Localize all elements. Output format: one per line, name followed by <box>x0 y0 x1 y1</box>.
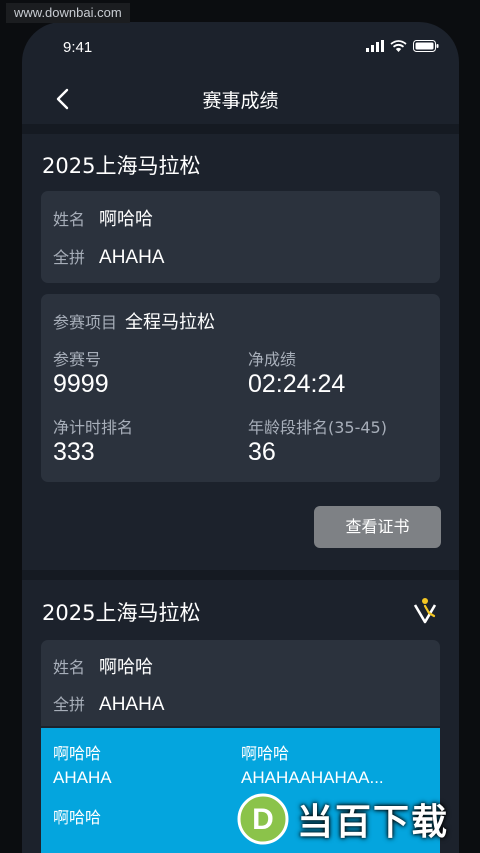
pinyin-row: 全拼 AHAHA <box>53 244 164 269</box>
name-value: 啊哈哈 <box>99 209 154 230</box>
net-rank-value: 333 <box>53 438 95 466</box>
brand-logo-icon: D <box>237 793 289 845</box>
net-time-label: 净成绩 <box>248 350 297 369</box>
runner-badge-icon <box>413 598 437 624</box>
name-value: 啊哈哈 <box>99 657 154 678</box>
phone-screen: 9:41 赛事成绩 2025上海马拉松 姓名 啊哈哈 全拼 AHAHA 参赛项目… <box>22 22 459 853</box>
brand-logo-letter: D <box>252 803 274 836</box>
bib-value: 9999 <box>53 370 109 398</box>
page-title: 赛事成绩 <box>202 90 279 112</box>
section-divider <box>22 124 459 134</box>
brand-watermark: D 当百下载 <box>237 785 480 853</box>
race-title: 2025上海马拉松 <box>42 154 201 178</box>
name-label: 姓名 <box>53 658 86 677</box>
name-label: 姓名 <box>53 210 86 229</box>
site-watermark: www.downbai.com <box>6 3 130 23</box>
battery-icon <box>413 40 439 52</box>
net-time-value: 02:24:24 <box>248 370 346 398</box>
view-certificate-button[interactable]: 查看证书 <box>314 506 441 548</box>
result-card: 2025上海马拉松 姓名 啊哈哈 全拼 AHAHA 参赛项目 全程马拉松 参赛号… <box>22 134 459 580</box>
runner-info-box: 姓名 啊哈哈 全拼 AHAHA <box>41 640 440 726</box>
status-time: 9:41 <box>63 39 93 56</box>
bib-label: 参赛号 <box>53 350 102 369</box>
signal-icon <box>366 40 384 52</box>
member-name: 啊哈哈 <box>241 744 290 763</box>
status-icons <box>366 40 439 52</box>
brand-text: 当百下载 <box>297 802 450 843</box>
age-rank-label: 年龄段排名(35-45) <box>248 418 387 437</box>
nav-bar: 赛事成绩 <box>22 74 459 124</box>
member-name: 啊哈哈 <box>53 808 102 827</box>
pinyin-label: 全拼 <box>53 248 86 267</box>
wifi-icon <box>390 40 407 52</box>
result-details-box: 参赛项目 全程马拉松 参赛号 9999 净成绩 02:24:24 净计时排名 3… <box>41 294 440 482</box>
runner-info-box: 姓名 啊哈哈 全拼 AHAHA <box>41 191 440 283</box>
age-rank-value: 36 <box>248 438 276 466</box>
pinyin-value: AHAHA <box>99 694 165 715</box>
event-row: 参赛项目 全程马拉松 <box>53 308 215 334</box>
name-row: 姓名 啊哈哈 <box>53 653 153 679</box>
pinyin-row: 全拼 AHAHA <box>53 691 164 716</box>
section-divider <box>22 570 459 580</box>
event-label: 参赛项目 <box>53 313 118 332</box>
member-pinyin: AHAHA <box>53 768 112 787</box>
net-rank-label: 净计时排名 <box>53 418 134 437</box>
pinyin-value: AHAHA <box>99 247 165 268</box>
name-row: 姓名 啊哈哈 <box>53 205 153 231</box>
member-name: 啊哈哈 <box>53 744 102 763</box>
status-bar: 9:41 <box>22 22 459 74</box>
pinyin-label: 全拼 <box>53 695 86 714</box>
race-title: 2025上海马拉松 <box>42 601 201 625</box>
event-value: 全程马拉松 <box>125 312 216 333</box>
